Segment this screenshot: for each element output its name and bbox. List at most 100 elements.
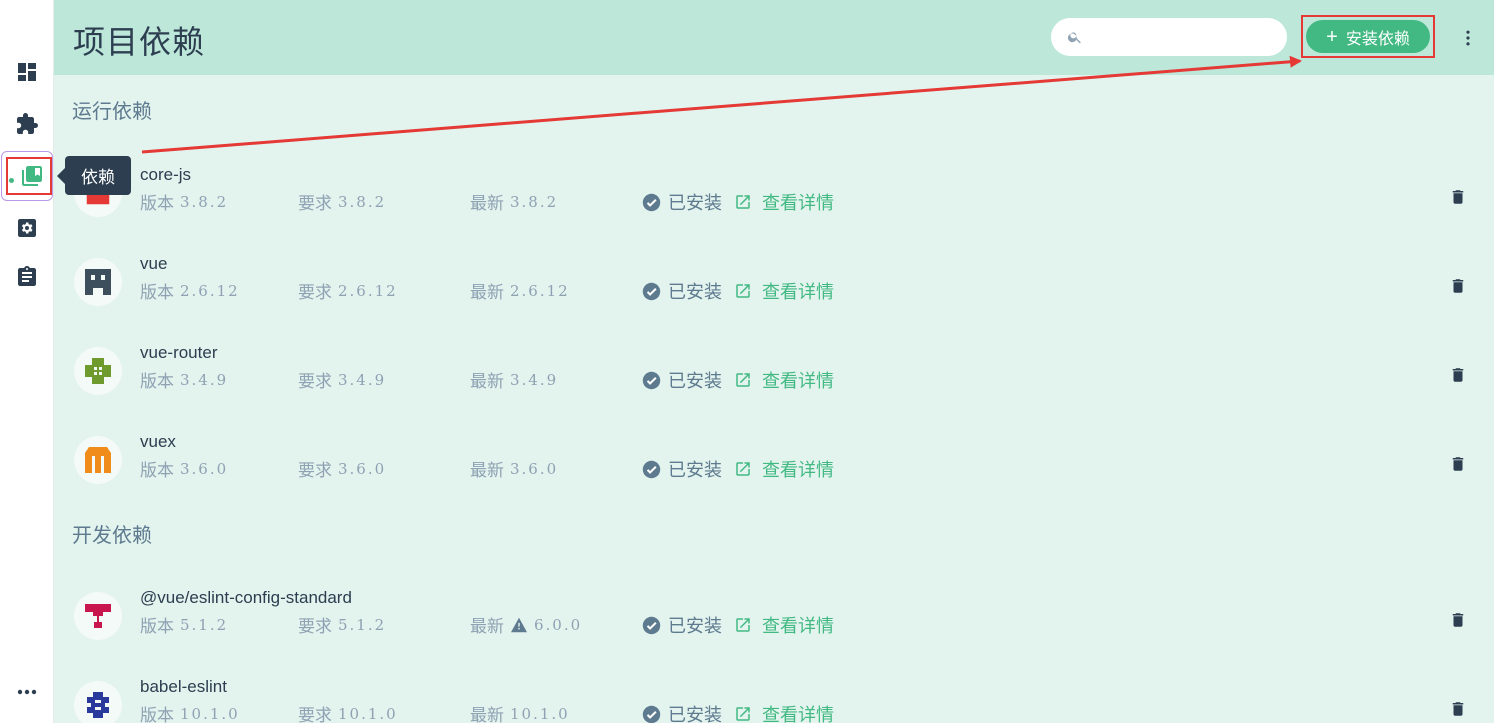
- check-circle-icon: [642, 371, 661, 389]
- search-box[interactable]: [1051, 18, 1287, 56]
- page-header: 项目依赖 + 安装依赖: [54, 0, 1494, 75]
- package-logo: [74, 347, 122, 395]
- view-details-link[interactable]: 查看详情: [734, 367, 834, 393]
- delete-icon: [1452, 613, 1464, 627]
- search-icon: [1067, 32, 1081, 44]
- plus-icon: +: [1326, 25, 1338, 48]
- installed-version: 版本 10.1.0: [140, 701, 240, 723]
- wanted-version: 要求 2.6.12: [298, 278, 398, 304]
- tooltip: 依赖: [57, 156, 131, 195]
- view-details-link[interactable]: 查看详情: [734, 189, 834, 215]
- dependency-row[interactable]: @vue/eslint-config-standard 版本 5.1.2 要求 …: [54, 584, 1494, 666]
- package-logo: [74, 258, 122, 306]
- version-label: 版本: [140, 706, 174, 723]
- view-details-label: 查看详情: [762, 460, 834, 481]
- dependency-row[interactable]: vuex 版本 3.6.0 要求 3.6.0 最新 3.6.0 已安装 查看详情: [54, 428, 1494, 510]
- latest-value: 2.6.12: [510, 281, 570, 300]
- nav-dashboard[interactable]: [3, 50, 51, 94]
- version-value: 10.1.0: [180, 704, 240, 723]
- wanted-value: 3.4.9: [338, 370, 387, 389]
- package-logo: [74, 681, 122, 723]
- dependency-row[interactable]: babel-eslint 版本 10.1.0 要求 10.1.0 最新 10.1…: [54, 673, 1494, 723]
- package-name[interactable]: @vue/eslint-config-standard: [140, 588, 352, 608]
- nav-configuration[interactable]: [3, 206, 51, 250]
- uninstall-button[interactable]: [1446, 452, 1470, 476]
- wanted-label: 要求: [298, 283, 332, 303]
- wanted-version: 要求 3.6.0: [298, 456, 387, 482]
- package-name[interactable]: babel-eslint: [140, 677, 227, 697]
- nav-tasks[interactable]: [3, 255, 51, 299]
- dependency-row[interactable]: core-js 版本 3.8.2 要求 3.8.2 最新 3.8.2 已安装 查…: [54, 161, 1494, 243]
- version-label: 版本: [140, 194, 174, 214]
- install-dependency-button[interactable]: + 安装依赖: [1306, 20, 1430, 53]
- view-details-link[interactable]: 查看详情: [734, 701, 834, 723]
- open-in-new-icon: [736, 618, 750, 632]
- warning-icon: [511, 617, 527, 632]
- wanted-version: 要求 5.1.2: [298, 612, 387, 638]
- package-logo: [74, 592, 122, 640]
- installed-label: 已安装: [668, 460, 722, 481]
- page-title: 项目依赖: [73, 23, 206, 61]
- open-in-new-icon: [736, 462, 750, 476]
- version-label: 版本: [140, 461, 174, 481]
- delete-icon: [1452, 279, 1464, 293]
- package-name[interactable]: vue: [140, 254, 167, 274]
- package-logo-icon: [85, 604, 111, 628]
- uninstall-button[interactable]: [1446, 608, 1470, 632]
- view-details-link[interactable]: 查看详情: [734, 456, 834, 482]
- installed-label: 已安装: [668, 282, 722, 303]
- wanted-version: 要求 3.4.9: [298, 367, 387, 393]
- nav-plugins[interactable]: [3, 102, 51, 146]
- wanted-version: 要求 3.8.2: [298, 189, 386, 215]
- annotation-box: + 安装依赖: [1301, 15, 1435, 58]
- version-value: 5.1.2: [180, 615, 229, 634]
- version-value: 3.6.0: [180, 459, 229, 478]
- section-title-dependencies: 运行依赖: [72, 99, 152, 123]
- installed-status: 已安装: [642, 278, 722, 304]
- latest-version: 最新 6.0.0: [470, 612, 583, 638]
- installed-status: 已安装: [642, 701, 722, 723]
- wanted-value: 3.6.0: [338, 459, 387, 478]
- package-name[interactable]: vuex: [140, 432, 176, 452]
- latest-version: 最新 10.1.0: [470, 701, 570, 723]
- installed-label: 已安装: [668, 616, 722, 637]
- latest-value: 3.6.0: [510, 459, 559, 478]
- nav-dependencies[interactable]: [1, 151, 53, 201]
- wanted-value: 2.6.12: [338, 281, 398, 300]
- nav-more[interactable]: [3, 672, 51, 712]
- dependency-row[interactable]: vue 版本 2.6.12 要求 2.6.12 最新 2.6.12 已安装 查看…: [54, 250, 1494, 332]
- check-circle-icon: [642, 616, 661, 634]
- latest-version: 最新 2.6.12: [470, 278, 570, 304]
- installed-version: 版本 3.6.0: [140, 456, 229, 482]
- check-circle-icon: [642, 460, 661, 478]
- installed-version: 版本 5.1.2: [140, 612, 229, 638]
- package-logo-icon: [85, 447, 111, 473]
- search-input[interactable]: [1091, 29, 1281, 45]
- latest-label: 最新: [470, 461, 504, 481]
- open-in-new-icon: [736, 284, 750, 298]
- dependency-row[interactable]: vue-router 版本 3.4.9 要求 3.4.9 最新 3.4.9 已安…: [54, 339, 1494, 421]
- wanted-value: 5.1.2: [338, 615, 387, 634]
- plugin-icon: [17, 113, 38, 134]
- check-circle-icon: [642, 282, 661, 300]
- uninstall-button[interactable]: [1446, 363, 1470, 387]
- latest-label: 最新: [470, 194, 504, 214]
- package-name[interactable]: core-js: [140, 165, 191, 185]
- installed-version: 版本 2.6.12: [140, 278, 240, 304]
- view-details-label: 查看详情: [762, 371, 834, 392]
- view-details-link[interactable]: 查看详情: [734, 278, 834, 304]
- latest-label: 最新: [470, 283, 504, 303]
- uninstall-button[interactable]: [1446, 274, 1470, 298]
- tasks-icon: [18, 266, 36, 286]
- wanted-label: 要求: [298, 706, 332, 723]
- package-name[interactable]: vue-router: [140, 343, 217, 363]
- latest-version: 最新 3.4.9: [470, 367, 558, 393]
- version-value: 3.4.9: [180, 370, 229, 389]
- uninstall-button[interactable]: [1446, 697, 1470, 721]
- latest-value: 6.0.0: [534, 615, 583, 634]
- view-details-link[interactable]: 查看详情: [734, 612, 834, 638]
- version-label: 版本: [140, 283, 174, 303]
- more-options-button[interactable]: [1454, 26, 1482, 50]
- package-logo-icon: [87, 692, 109, 718]
- uninstall-button[interactable]: [1446, 185, 1470, 209]
